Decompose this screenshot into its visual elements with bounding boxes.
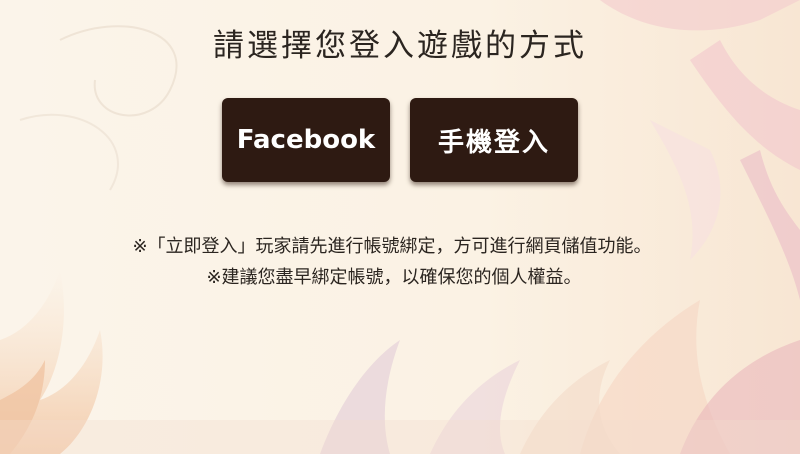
- facebook-login-button[interactable]: Facebook: [222, 98, 390, 182]
- phone-login-button[interactable]: 手機登入: [410, 98, 578, 182]
- notice-binding-required: ※「立即登入」玩家請先進行帳號綁定，方可進行網頁儲值功能。: [132, 236, 652, 257]
- background-illustration: [0, 0, 800, 454]
- notice-bind-recommendation: ※建議您盡早綁定帳號，以確保您的個人權益。: [206, 267, 582, 288]
- page-title: 請選擇您登入遊戲的方式: [213, 28, 587, 64]
